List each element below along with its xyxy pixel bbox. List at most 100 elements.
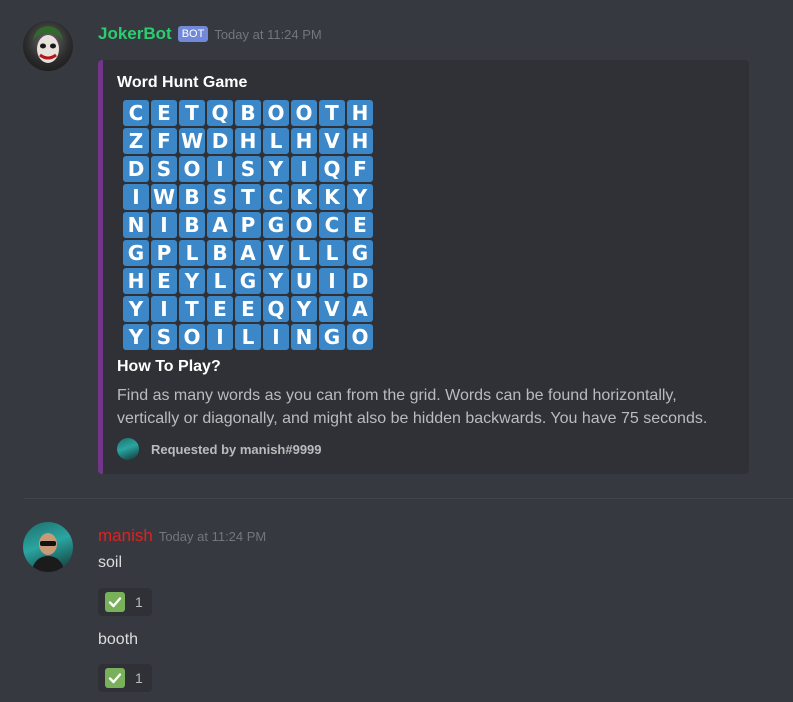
grid-cell: W	[179, 128, 205, 154]
user-username[interactable]: manish	[98, 526, 153, 546]
bot-message-header: JokerBot BOT Today at 11:24 PM	[98, 23, 322, 45]
grid-cell: G	[235, 268, 261, 294]
bot-tag: BOT	[177, 26, 209, 42]
grid-cell: K	[319, 184, 345, 210]
reaction-button[interactable]: 1	[98, 588, 152, 616]
grid-cell: T	[235, 184, 261, 210]
grid-cell: F	[347, 156, 373, 182]
grid-row: ZFWDHLHVH	[122, 127, 392, 155]
message-divider	[24, 498, 793, 499]
grid-cell: I	[151, 296, 177, 322]
grid-cell: H	[347, 128, 373, 154]
message-text: booth	[98, 631, 139, 648]
reaction-button[interactable]: 1	[98, 664, 152, 692]
grid-row: IWBSTCKKY	[122, 183, 392, 211]
grid-cell: E	[207, 296, 233, 322]
grid-cell: I	[207, 324, 233, 350]
embed-footer-text: Requested by manish#9999	[151, 441, 322, 457]
grid-cell: W	[151, 184, 177, 210]
grid-cell: T	[179, 100, 205, 126]
grid-cell: E	[347, 212, 373, 238]
grid-cell: I	[207, 156, 233, 182]
grid-cell: B	[235, 100, 261, 126]
white-check-mark-icon	[105, 592, 125, 612]
embed-field-name: How To Play?	[117, 358, 221, 375]
grid-cell: V	[319, 296, 345, 322]
grid-cell: O	[291, 100, 317, 126]
grid-cell: L	[263, 128, 289, 154]
grid-cell: P	[151, 240, 177, 266]
grid-cell: L	[179, 240, 205, 266]
grid-cell: L	[207, 268, 233, 294]
grid-cell: E	[151, 100, 177, 126]
white-check-mark-icon	[105, 668, 125, 688]
grid-cell: P	[235, 212, 261, 238]
grid-row: YITEEQYVA	[122, 295, 392, 323]
grid-cell: O	[291, 212, 317, 238]
grid-cell: K	[291, 184, 317, 210]
grid-cell: O	[263, 100, 289, 126]
word-hunt-embed: Word Hunt Game CETQBOOTHZFWDHLHVHDSOISYI…	[98, 60, 749, 474]
grid-cell: I	[263, 324, 289, 350]
grid-cell: S	[151, 324, 177, 350]
bot-username[interactable]: JokerBot	[98, 24, 172, 44]
grid-cell: N	[291, 324, 317, 350]
grid-cell: Y	[263, 156, 289, 182]
grid-cell: T	[179, 296, 205, 322]
reaction-count: 1	[135, 670, 143, 686]
grid-row: HEYLGYUID	[122, 267, 392, 295]
grid-cell: S	[235, 156, 261, 182]
grid-cell: F	[151, 128, 177, 154]
grid-cell: H	[347, 100, 373, 126]
grid-cell: B	[179, 212, 205, 238]
grid-cell: A	[235, 240, 261, 266]
grid-cell: I	[319, 268, 345, 294]
grid-cell: C	[319, 212, 345, 238]
grid-cell: Y	[347, 184, 373, 210]
grid-cell: Q	[263, 296, 289, 322]
grid-cell: C	[123, 100, 149, 126]
grid-row: YSOILINGO	[122, 323, 392, 351]
message-text: soil	[98, 554, 123, 571]
grid-cell: U	[291, 268, 317, 294]
grid-cell: E	[151, 268, 177, 294]
reaction-count: 1	[135, 594, 143, 610]
requester-avatar-icon	[117, 438, 139, 460]
grid-cell: E	[235, 296, 261, 322]
message-timestamp: Today at 11:24 PM	[158, 528, 267, 544]
grid-cell: L	[235, 324, 261, 350]
grid-cell: L	[291, 240, 317, 266]
grid-cell: I	[291, 156, 317, 182]
grid-row: GPLBAVLLG	[122, 239, 392, 267]
embed-field-value: Find as many words as you can from the g…	[117, 387, 708, 427]
grid-row: NIBAPGOCE	[122, 211, 392, 239]
grid-cell: L	[319, 240, 345, 266]
manish-avatar-icon[interactable]	[23, 522, 73, 572]
grid-cell: D	[347, 268, 373, 294]
grid-cell: Q	[319, 156, 345, 182]
grid-cell: D	[123, 156, 149, 182]
grid-cell: G	[319, 324, 345, 350]
embed-footer: Requested by manish#9999	[117, 438, 322, 460]
joker-avatar-icon[interactable]	[23, 21, 73, 71]
grid-cell: Z	[123, 128, 149, 154]
grid-cell: A	[207, 212, 233, 238]
grid-cell: B	[179, 184, 205, 210]
grid-cell: S	[207, 184, 233, 210]
grid-cell: I	[151, 212, 177, 238]
grid-row: DSOISYIQF	[122, 155, 392, 183]
user-message-header: manish Today at 11:24 PM	[98, 525, 266, 547]
grid-cell: S	[151, 156, 177, 182]
grid-cell: C	[263, 184, 289, 210]
grid-row: CETQBOOTH	[122, 99, 392, 127]
grid-cell: Y	[179, 268, 205, 294]
grid-cell: H	[235, 128, 261, 154]
embed-title: Word Hunt Game	[117, 74, 248, 91]
grid-cell: Y	[291, 296, 317, 322]
grid-cell: O	[179, 156, 205, 182]
grid-cell: G	[347, 240, 373, 266]
grid-cell: Y	[263, 268, 289, 294]
grid-cell: B	[207, 240, 233, 266]
grid-cell: N	[123, 212, 149, 238]
grid-cell: O	[347, 324, 373, 350]
